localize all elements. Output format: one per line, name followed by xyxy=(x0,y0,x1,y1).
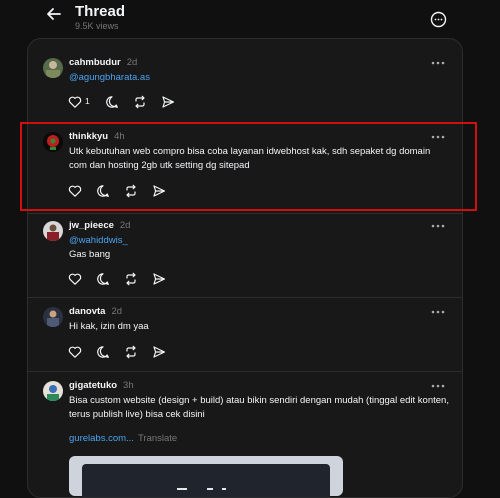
post-more-icon[interactable] xyxy=(431,223,445,229)
post-time: 4h xyxy=(114,131,125,142)
avatar[interactable] xyxy=(43,221,63,241)
page-title: Thread xyxy=(75,3,126,20)
more-options-icon[interactable] xyxy=(430,11,447,28)
share-icon[interactable] xyxy=(152,184,166,198)
post-time: 3h xyxy=(123,380,134,391)
avatar[interactable] xyxy=(43,381,63,401)
post-text: Hi kak, izin dm yaa xyxy=(69,321,149,332)
replies-panel: cahmbudur 2d @agungbharata.as 1 thinkkyu… xyxy=(27,38,463,498)
repost-icon[interactable] xyxy=(133,95,147,109)
like-icon[interactable] xyxy=(68,345,82,359)
avatar[interactable] xyxy=(43,307,63,327)
repost-icon[interactable] xyxy=(124,272,138,286)
reply-post: danovta 2d Hi kak, izin dm yaa xyxy=(28,297,462,371)
share-icon[interactable] xyxy=(152,272,166,286)
repost-icon[interactable] xyxy=(124,184,138,198)
reply-post: thinkkyu 4h Utk kebutuhan web compro bisa… xyxy=(28,123,462,213)
username[interactable]: danovta 2d xyxy=(69,306,122,317)
post-time: 2d xyxy=(126,57,138,68)
post-more-icon[interactable] xyxy=(431,309,445,315)
reply-post: jw_pieece 2d @wahiddwis_ Gas bang xyxy=(28,213,462,297)
reply-post: cahmbudur 2d @agungbharata.as 1 xyxy=(28,39,462,123)
reply-post: gigatetuko 3h Bisa custom website (design… xyxy=(28,371,462,497)
back-arrow-icon[interactable] xyxy=(44,4,64,24)
mention-link[interactable]: @agungbharata.as xyxy=(69,72,150,83)
username[interactable]: gigatetuko 3h xyxy=(69,380,134,391)
post-text: Bisa custom website (design + build) ata… xyxy=(69,395,449,420)
post-time: 2d xyxy=(119,220,131,231)
avatar[interactable] xyxy=(43,132,63,152)
post-text: Utk kebutuhan web compro bisa coba layan… xyxy=(69,146,431,171)
post-more-icon[interactable] xyxy=(431,60,445,66)
preview-thumbnail xyxy=(82,464,330,497)
like-icon[interactable] xyxy=(68,95,82,109)
comment-icon[interactable] xyxy=(96,272,110,286)
username[interactable]: cahmbudur 2d xyxy=(69,57,137,68)
share-icon[interactable] xyxy=(152,345,166,359)
username[interactable]: jw_pieece 2d xyxy=(69,220,130,231)
post-more-icon[interactable] xyxy=(431,383,445,389)
like-icon[interactable] xyxy=(68,184,82,198)
username[interactable]: thinkkyu 4h xyxy=(69,131,125,142)
like-count: 1 xyxy=(85,96,90,106)
comment-icon[interactable] xyxy=(105,95,119,109)
post-text: Gas bang xyxy=(69,249,111,260)
link-preview-image[interactable] xyxy=(69,456,343,497)
comment-icon[interactable] xyxy=(96,184,110,198)
external-link[interactable]: gurelabs.com... Translate xyxy=(69,433,177,444)
view-count: 9.5K views xyxy=(75,21,119,31)
post-time: 2d xyxy=(111,306,123,317)
share-icon[interactable] xyxy=(161,95,175,109)
top-bar: Thread 9.5K views xyxy=(0,0,500,38)
mention-link[interactable]: @wahiddwis_ xyxy=(69,235,128,246)
post-more-icon[interactable] xyxy=(431,134,445,140)
translate-link[interactable]: Translate xyxy=(138,433,177,444)
avatar[interactable] xyxy=(43,58,63,78)
comment-icon[interactable] xyxy=(96,345,110,359)
like-icon[interactable] xyxy=(68,272,82,286)
repost-icon[interactable] xyxy=(124,345,138,359)
